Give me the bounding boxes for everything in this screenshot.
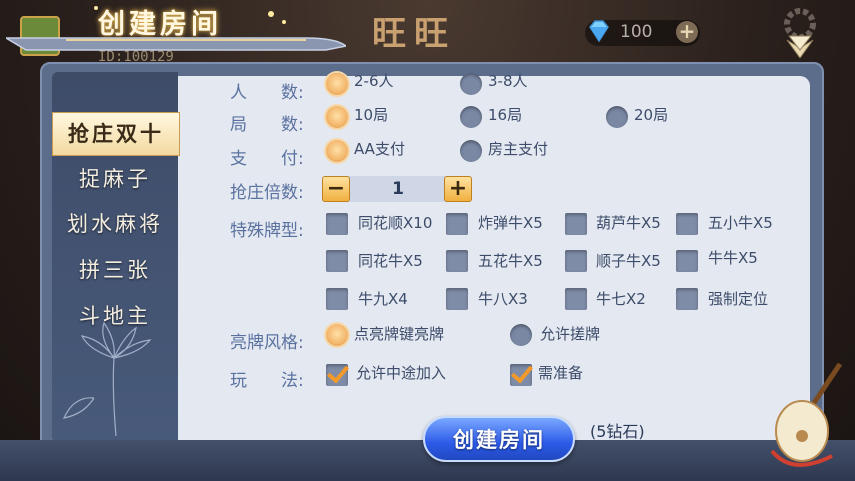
special-option-4[interactable]: 同花牛X5: [358, 250, 423, 271]
players-label: 人 数:: [230, 83, 304, 103]
special-option-8[interactable]: 牛九X4: [358, 288, 408, 309]
special-option-9[interactable]: 牛八X3: [478, 288, 528, 309]
special-checkbox-3[interactable]: [676, 213, 698, 235]
room-name: 旺旺: [372, 14, 456, 54]
game-tab-huashui-majiang[interactable]: 划水麻将: [52, 203, 178, 245]
special-checkbox-2[interactable]: [565, 213, 587, 235]
create-room-button[interactable]: 创建房间: [423, 416, 575, 462]
special-checkbox-4[interactable]: [326, 250, 348, 272]
play-option-ready[interactable]: 需准备: [538, 362, 583, 383]
multiplier-minus-button[interactable]: −: [322, 176, 350, 202]
players-option-3-8[interactable]: 3-8人: [488, 70, 528, 91]
rounds-radio-10[interactable]: [326, 106, 348, 128]
settings-gear-icon[interactable]: [781, 6, 819, 58]
reveal-label: 亮牌风格:: [230, 333, 304, 353]
payment-label: 支 付:: [230, 149, 304, 169]
players-option-2-6[interactable]: 2-6人: [354, 70, 394, 91]
rounds-label: 局 数:: [230, 115, 304, 135]
multiplier-label: 抢庄倍数:: [230, 183, 304, 203]
special-option-6[interactable]: 顺子牛X5: [596, 250, 661, 271]
dialog-title: 创建房间: [98, 9, 222, 40]
special-checkbox-6[interactable]: [565, 250, 587, 272]
pipa-decoration: [770, 362, 843, 467]
rounds-radio-20[interactable]: [606, 106, 628, 128]
special-checkbox-11[interactable]: [676, 288, 698, 310]
special-option-2[interactable]: 葫芦牛X5: [596, 212, 661, 233]
lotus-decoration: [62, 321, 152, 437]
reveal-option-button[interactable]: 点亮牌键亮牌: [354, 323, 444, 344]
game-tab-zhuomazi[interactable]: 捉麻子: [52, 158, 178, 200]
room-cost: (5钻石): [590, 422, 645, 441]
play-option-join-midway[interactable]: 允许中途加入: [356, 362, 446, 383]
special-checkbox-5[interactable]: [446, 250, 468, 272]
special-label: 特殊牌型:: [230, 221, 304, 241]
special-option-1[interactable]: 炸弹牛X5: [478, 212, 543, 233]
special-checkbox-8[interactable]: [326, 288, 348, 310]
special-option-3[interactable]: 五小牛X5: [708, 212, 773, 233]
multiplier-value: 1: [392, 179, 404, 199]
add-diamond-button[interactable]: +: [676, 21, 698, 43]
rounds-radio-16[interactable]: [460, 106, 482, 128]
play-label: 玩 法:: [230, 371, 304, 391]
special-option-5[interactable]: 五花牛X5: [478, 250, 543, 271]
reveal-option-rub[interactable]: 允许搓牌: [540, 323, 600, 344]
special-option-11[interactable]: 强制定位: [708, 288, 768, 309]
rounds-option-10[interactable]: 10局: [354, 104, 388, 125]
rounds-option-20[interactable]: 20局: [634, 104, 668, 125]
special-option-0[interactable]: 同花顺X10: [358, 212, 432, 233]
payment-radio-aa[interactable]: [326, 140, 348, 162]
special-checkbox-0[interactable]: [326, 213, 348, 235]
players-radio-2-6[interactable]: [326, 73, 348, 95]
special-option-10[interactable]: 牛七X2: [596, 288, 646, 309]
special-option-7[interactable]: 牛牛X5: [708, 247, 758, 268]
game-tab-pinsanzhang[interactable]: 拼三张: [52, 249, 178, 291]
reveal-radio-button[interactable]: [326, 324, 348, 346]
special-checkbox-7[interactable]: [676, 250, 698, 272]
rounds-option-16[interactable]: 16局: [488, 104, 522, 125]
payment-option-aa[interactable]: AA支付: [354, 138, 405, 159]
players-radio-3-8[interactable]: [460, 73, 482, 95]
special-checkbox-9[interactable]: [446, 288, 468, 310]
play-checkbox-ready[interactable]: [510, 364, 532, 386]
payment-radio-host[interactable]: [460, 140, 482, 162]
special-checkbox-1[interactable]: [446, 213, 468, 235]
diamond-icon: [589, 20, 609, 43]
reveal-radio-rub[interactable]: [510, 324, 532, 346]
game-tab-qiangzhuang[interactable]: 抢庄双十: [52, 112, 180, 156]
multiplier-plus-button[interactable]: +: [444, 176, 472, 202]
payment-option-host[interactable]: 房主支付: [488, 138, 548, 159]
special-checkbox-10[interactable]: [565, 288, 587, 310]
diamond-count: 100: [620, 22, 653, 42]
play-checkbox-join-midway[interactable]: [326, 364, 348, 386]
